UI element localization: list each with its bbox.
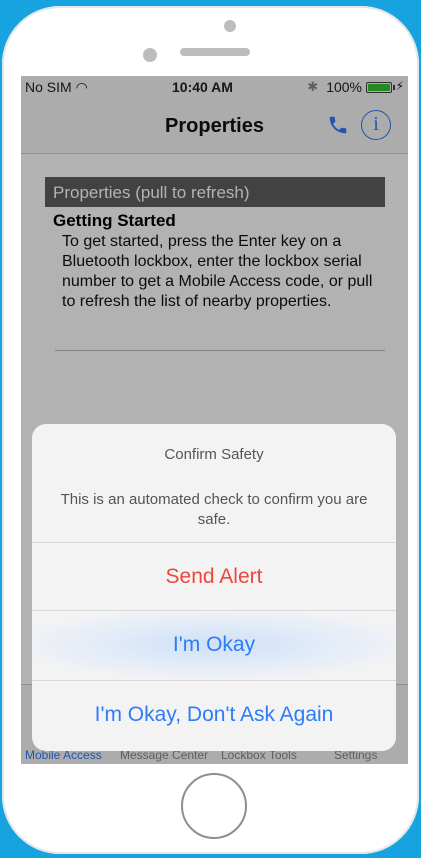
send-alert-button[interactable]: Send Alert — [32, 542, 396, 610]
phone-frame: No SIM ◠ 10:40 AM ✱ 100% ⚡ Properties i — [2, 6, 419, 854]
home-button[interactable] — [181, 773, 247, 839]
dialog-message: This is an automated check to confirm yo… — [60, 491, 368, 528]
sensor-dot — [143, 48, 157, 62]
camera-dot — [224, 20, 236, 32]
im-okay-button[interactable]: I'm Okay — [32, 610, 396, 678]
dialog-title: Confirm Safety — [164, 446, 264, 463]
screen: No SIM ◠ 10:40 AM ✱ 100% ⚡ Properties i — [21, 76, 408, 764]
im-okay-dont-ask-again-button[interactable]: I'm Okay, Don't Ask Again — [32, 680, 396, 748]
confirm-safety-dialog: Confirm Safety This is an automated chec… — [32, 424, 396, 751]
speaker-grille — [180, 48, 250, 56]
